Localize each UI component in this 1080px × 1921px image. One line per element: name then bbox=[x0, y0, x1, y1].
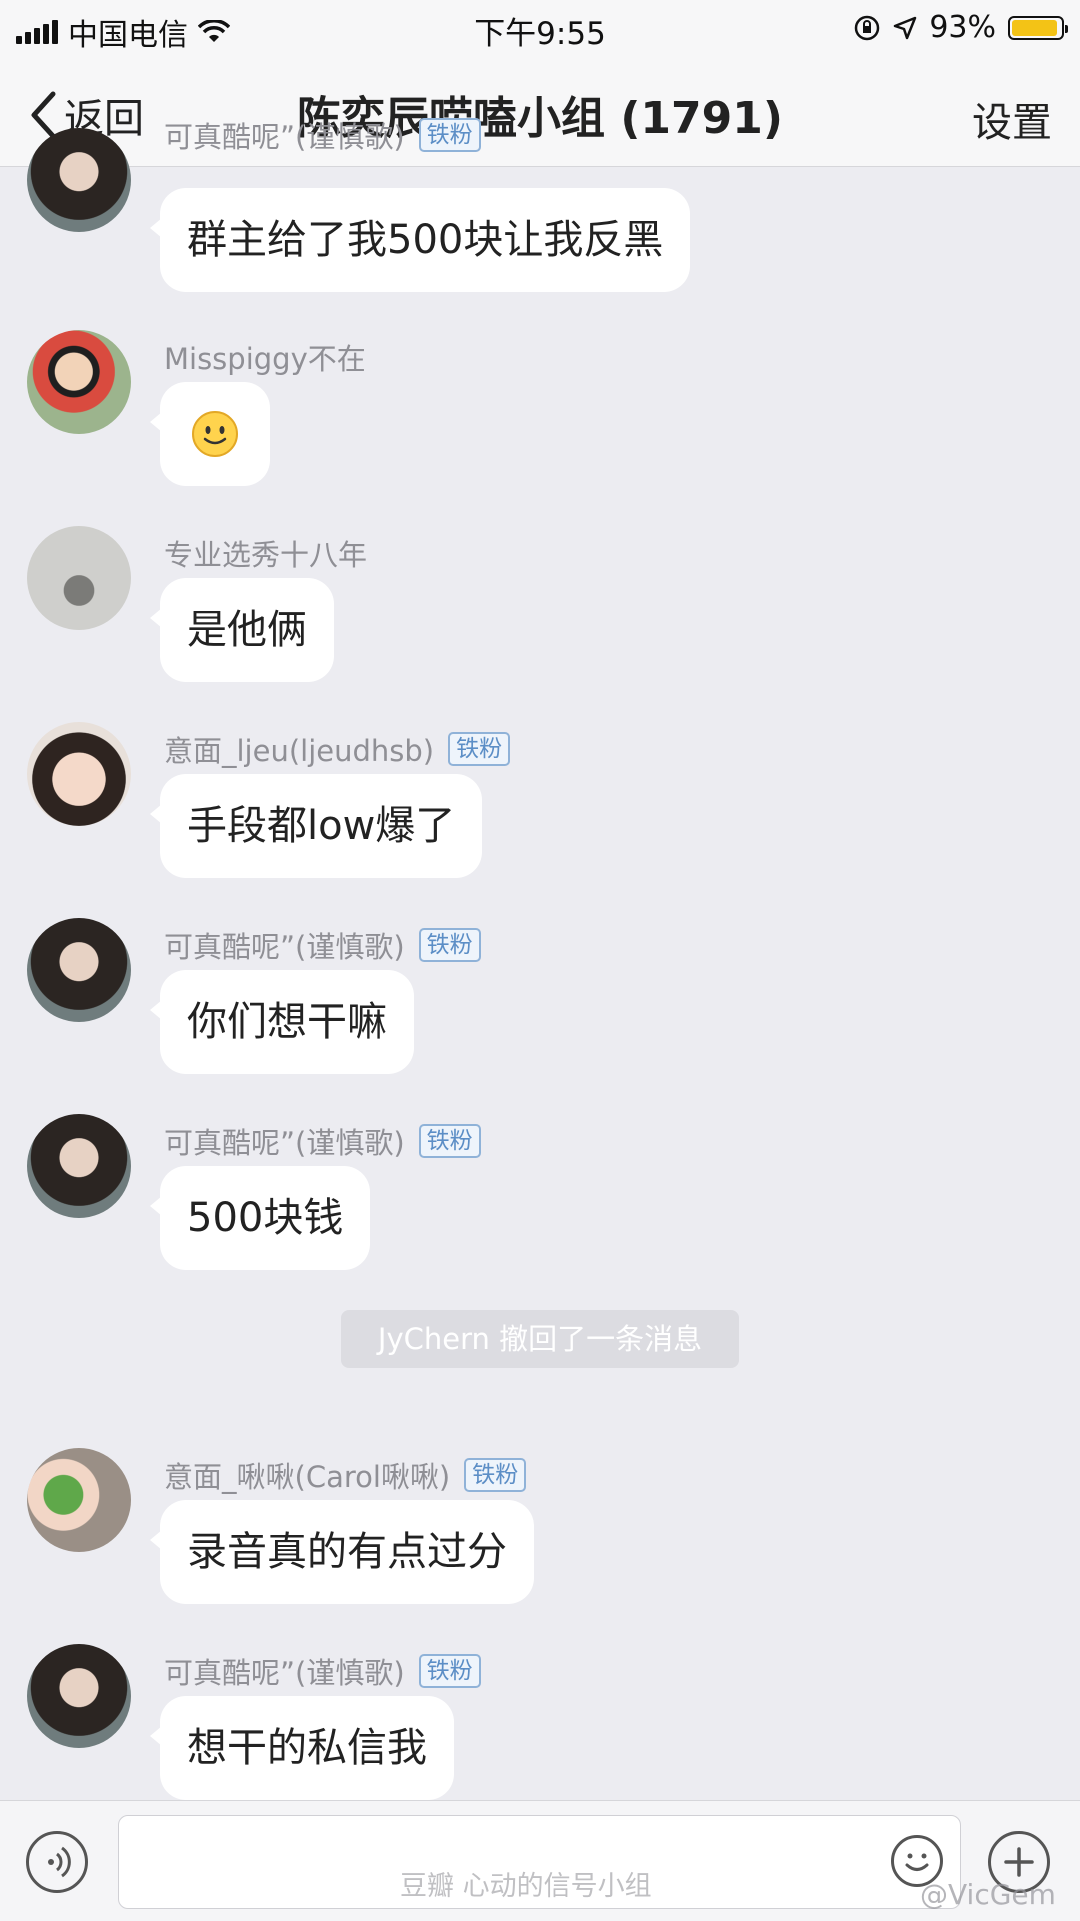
fan-badge: 铁粉 bbox=[418, 1654, 481, 1688]
voice-icon bbox=[48, 1846, 71, 1878]
sender-label: Misspiggy不在 bbox=[164, 342, 366, 376]
fan-badge: 铁粉 bbox=[464, 1458, 527, 1492]
battery-icon bbox=[1008, 15, 1068, 40]
message-bubble[interactable]: 500块钱 bbox=[149, 1166, 371, 1270]
avatar[interactable] bbox=[27, 1114, 131, 1218]
avatar[interactable] bbox=[27, 526, 131, 630]
watermark-center: 豆瓣 心动的信号小组 bbox=[400, 1871, 652, 1902]
message-bubble[interactable] bbox=[150, 382, 270, 486]
orientation-lock-icon bbox=[855, 15, 880, 40]
battery-nub bbox=[1065, 24, 1068, 33]
sender-label: 意面_啾啾(Carol啾啾) bbox=[164, 1460, 451, 1494]
sender-label: 可真酷呢”(谨慎歌) bbox=[164, 1656, 405, 1690]
group-title: 陈奕辰唠嗑小组 (1791) bbox=[297, 93, 783, 144]
message-bubble[interactable]: 群主给了我500块让我反黑 bbox=[149, 188, 691, 292]
avatar[interactable] bbox=[27, 128, 131, 232]
avatar[interactable] bbox=[27, 918, 131, 1022]
sender-label: 可真酷呢”(谨慎歌) bbox=[164, 120, 405, 154]
nav-bar: 返回 陈奕辰唠嗑小组 (1791) 设置 bbox=[0, 58, 1080, 167]
battery-percent: 93% bbox=[929, 10, 996, 45]
battery-fill bbox=[1012, 19, 1057, 36]
avatar[interactable] bbox=[27, 1644, 131, 1748]
avatar[interactable] bbox=[27, 722, 131, 826]
recall-notice: JyChern 撤回了一条消息 bbox=[341, 1310, 739, 1368]
fan-badge: 铁粉 bbox=[448, 732, 511, 766]
sender-name: 可真酷呢”(谨慎歌) 铁粉 bbox=[164, 1120, 481, 1162]
sender-name: 意面_啾啾(Carol啾啾) 铁粉 bbox=[164, 1454, 527, 1496]
message-bubble[interactable]: 你们想干嘛 bbox=[150, 970, 414, 1074]
message-bubble[interactable]: 是他俩 bbox=[150, 578, 334, 682]
sender-name: 可真酷呢”(谨慎歌) 铁粉 bbox=[164, 1650, 481, 1692]
sender-label: 专业选秀十八年 bbox=[164, 538, 368, 572]
status-bar: 中国电信 下午9:55 93% bbox=[0, 0, 1080, 58]
fan-badge: 铁粉 bbox=[418, 1124, 481, 1158]
sender-name: 可真酷呢”(谨慎歌) 铁粉 bbox=[164, 924, 481, 966]
message-bubble[interactable]: 录音真的有点过分 bbox=[150, 1500, 534, 1604]
status-right: 93% bbox=[853, 10, 1068, 45]
watermark-right: @VicGem bbox=[920, 1878, 1056, 1911]
settings-button[interactable]: 设置 bbox=[972, 90, 1052, 148]
sender-label: 可真酷呢”(谨慎歌) bbox=[164, 1126, 405, 1160]
avatar[interactable] bbox=[27, 330, 131, 434]
message-bubble[interactable]: 手段都low爆了 bbox=[149, 774, 483, 878]
sender-label: 意面_ljeu(ljeudhsb) bbox=[164, 734, 435, 768]
sender-name: 可真酷呢”(谨慎歌) 铁粉 bbox=[164, 114, 481, 156]
voice-button[interactable] bbox=[26, 1831, 88, 1893]
smiley-emoji-icon bbox=[192, 411, 238, 457]
sender-name: Misspiggy不在 bbox=[164, 336, 366, 378]
sender-name: 专业选秀十八年 bbox=[164, 532, 367, 574]
avatar[interactable] bbox=[27, 1448, 131, 1552]
sender-name: 意面_ljeu(ljeudhsb) 铁粉 bbox=[164, 728, 511, 770]
sender-label: 可真酷呢”(谨慎歌) bbox=[164, 930, 405, 964]
fan-badge: 铁粉 bbox=[418, 928, 481, 962]
location-icon bbox=[894, 16, 917, 39]
fan-badge: 铁粉 bbox=[418, 118, 481, 152]
message-bubble[interactable]: 想干的私信我 bbox=[150, 1696, 454, 1800]
